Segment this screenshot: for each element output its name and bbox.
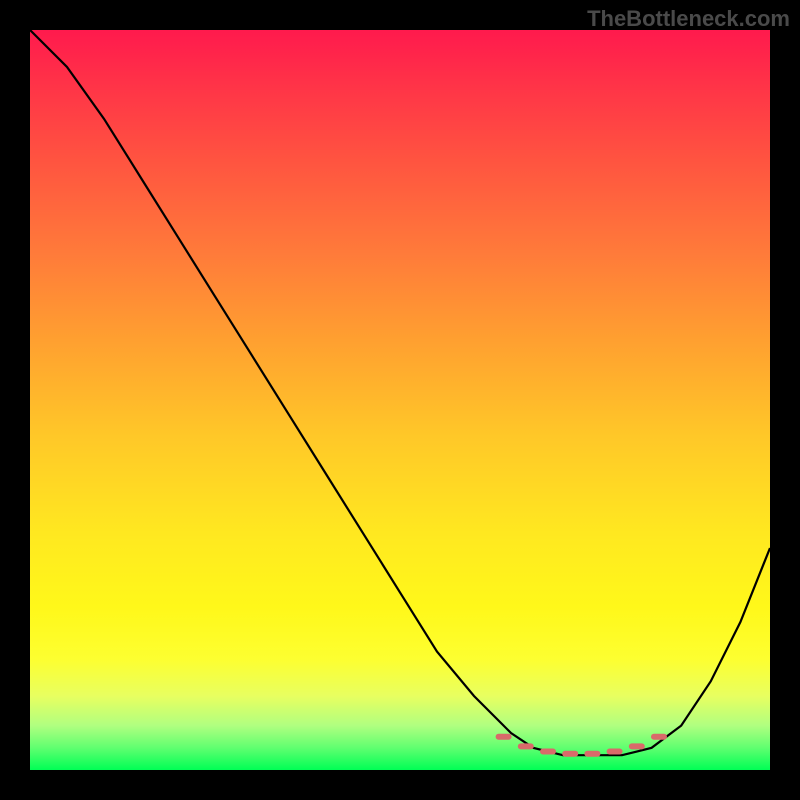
chart-container: TheBottleneck.com (0, 0, 800, 800)
plot-area (30, 30, 770, 770)
watermark-text: TheBottleneck.com (587, 6, 790, 32)
